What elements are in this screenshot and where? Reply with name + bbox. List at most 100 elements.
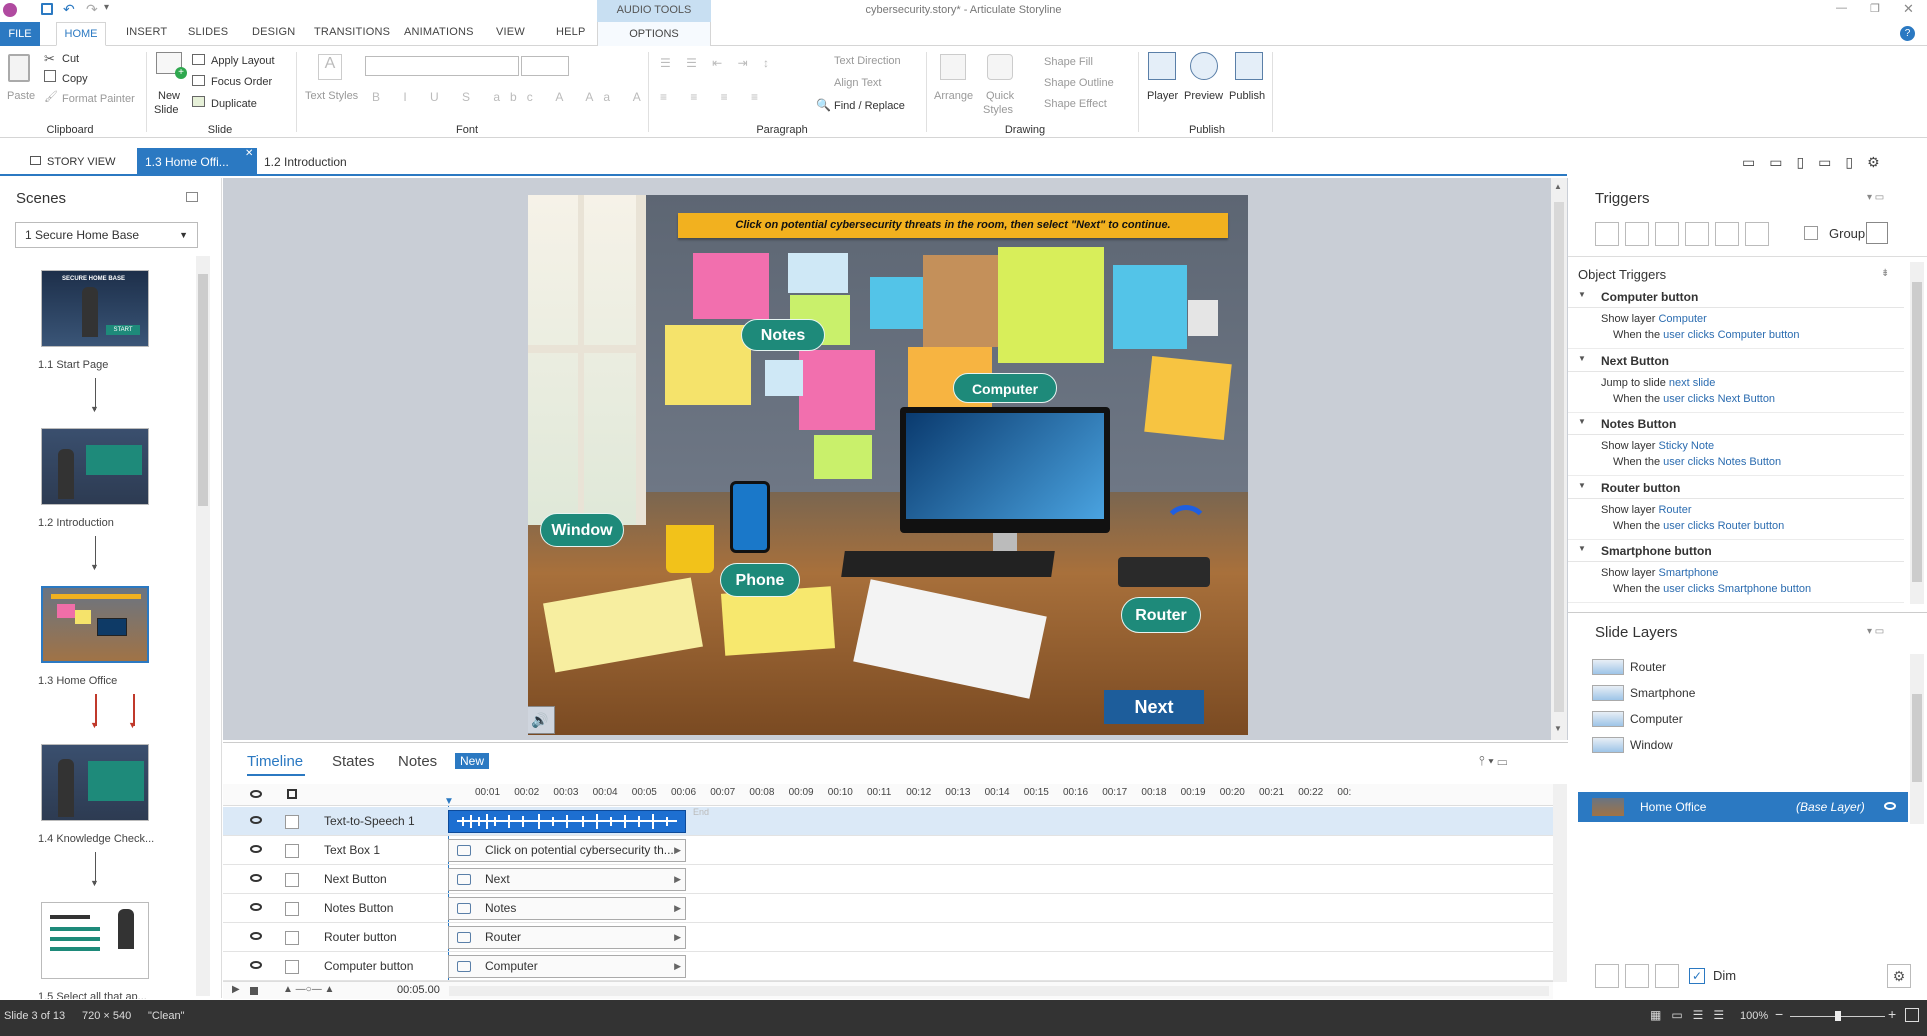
trigger-item[interactable]: Show layer Smartphone When the user click… xyxy=(1568,562,1904,603)
paste-trigger-icon[interactable] xyxy=(1685,222,1709,246)
trigger-event-link[interactable]: clicks xyxy=(1688,520,1715,532)
copy-trigger-icon[interactable] xyxy=(1655,222,1679,246)
slide-thumb-1-2[interactable] xyxy=(41,428,149,505)
eye-icon[interactable] xyxy=(250,845,262,853)
layer-row[interactable]: Computer xyxy=(1578,706,1908,732)
slide-thumb-1-5[interactable] xyxy=(41,902,149,979)
tab-insert[interactable]: INSERT xyxy=(126,26,167,38)
arrange-icon[interactable] xyxy=(940,54,966,80)
trigger-group-header[interactable]: ▼ Smartphone button xyxy=(1568,540,1904,562)
lock-checkbox[interactable] xyxy=(285,960,299,974)
tab-home[interactable]: HOME xyxy=(56,22,106,46)
align-icons[interactable]: ≡ ≡ ≡ ≡ xyxy=(660,90,768,104)
close-tab-icon[interactable]: ✕ xyxy=(245,148,253,159)
trigger-group-header[interactable]: ▼ Window button xyxy=(1568,604,1904,609)
tab-view[interactable]: VIEW xyxy=(496,26,525,38)
play-icon[interactable]: ▶ xyxy=(232,984,240,995)
eye-icon[interactable] xyxy=(250,932,262,940)
eye-icon[interactable] xyxy=(250,816,262,824)
trigger-group-header[interactable]: ▼ Next Button xyxy=(1568,350,1904,372)
shape-outline-button[interactable]: Shape Outline xyxy=(1044,77,1114,89)
eye-icon[interactable] xyxy=(1884,802,1896,810)
expand-arrow-icon[interactable]: ▶ xyxy=(674,869,681,890)
variables-icon[interactable] xyxy=(1866,222,1888,244)
fit-icon[interactable] xyxy=(1905,1008,1919,1022)
expand-arrow-icon[interactable]: ▶ xyxy=(674,898,681,919)
tab-file[interactable]: FILE xyxy=(0,22,40,46)
trigger-item[interactable]: Show layer Router When the user clicks Ro… xyxy=(1568,499,1904,540)
trigger-user-link[interactable]: user xyxy=(1663,393,1684,405)
lock-checkbox[interactable] xyxy=(285,931,299,945)
timeline-row[interactable]: Computer button Computer ▶ xyxy=(223,952,1553,981)
timeline-object-bar[interactable]: Next ▶ xyxy=(448,868,686,891)
tab-notes[interactable]: Notes xyxy=(398,753,437,770)
focus-order-button[interactable]: Focus Order xyxy=(211,76,272,88)
new-slide-button[interactable]: New xyxy=(158,90,180,102)
duplicate-button[interactable]: Duplicate xyxy=(211,98,257,110)
lock-header-icon[interactable] xyxy=(287,789,297,799)
duplicate-icon[interactable] xyxy=(192,96,205,107)
collapse-icon[interactable]: ▼ xyxy=(1578,290,1586,299)
lock-checkbox[interactable] xyxy=(285,844,299,858)
trigger-item[interactable]: Jump to slide next slide When the user cl… xyxy=(1568,372,1904,413)
close-icon[interactable]: ✕ xyxy=(1903,1,1914,17)
trigger-group-header[interactable]: ▼ Computer button xyxy=(1568,286,1904,308)
trigger-user-link[interactable]: user xyxy=(1663,456,1684,468)
new-slide-button-line2[interactable]: Slide xyxy=(154,104,178,116)
tab-slides[interactable]: SLIDES xyxy=(188,26,228,38)
timeline-object-bar[interactable]: Click on potential cybersecurity th... ▶ xyxy=(448,839,686,862)
tab-story-view[interactable]: STORY VIEW xyxy=(22,148,123,176)
cut-icon[interactable]: ✂ xyxy=(44,51,55,67)
apply-layout-icon[interactable] xyxy=(192,54,205,65)
bullets-icons[interactable]: ☰ ☰ ⇤ ⇥ ↕ xyxy=(660,56,775,70)
move-trigger-icon[interactable] xyxy=(1745,222,1769,246)
timeline-object-bar[interactable]: Router ▶ xyxy=(448,926,686,949)
help-icon[interactable]: ? xyxy=(1900,26,1915,41)
paste-button[interactable]: Paste xyxy=(7,90,35,102)
eye-icon[interactable] xyxy=(250,903,262,911)
lock-checkbox[interactable] xyxy=(285,902,299,916)
stop-icon[interactable] xyxy=(250,987,258,995)
layer-row[interactable]: Router xyxy=(1578,654,1908,680)
publish-icon[interactable] xyxy=(1235,52,1263,80)
timeline-row[interactable]: Notes Button Notes ▶ xyxy=(223,894,1553,923)
delete-layer-icon[interactable] xyxy=(1655,964,1679,988)
timeline-row[interactable]: Next Button Next ▶ xyxy=(223,865,1553,894)
format-painter-button[interactable]: Format Painter xyxy=(62,93,135,105)
trigger-target-link[interactable]: Router xyxy=(1658,504,1691,516)
collapse-icon[interactable]: ▼ xyxy=(1578,354,1586,363)
phone-hotspot-button[interactable]: Phone xyxy=(720,563,800,597)
duplicate-layer-icon[interactable] xyxy=(1625,964,1649,988)
view-mode-icons[interactable]: ▭▭▯▭▯⚙ xyxy=(1742,154,1894,171)
preview-button[interactable]: Preview xyxy=(1184,90,1223,102)
timeline-options-icon[interactable]: ⫯ ▾ ▭ xyxy=(1479,753,1507,769)
trigger-item[interactable]: Show layer Sticky Note When the user clic… xyxy=(1568,435,1904,476)
router-hotspot-button[interactable]: Router xyxy=(1121,597,1201,633)
trigger-object-link[interactable]: Router button xyxy=(1718,520,1785,532)
speaker-icon[interactable]: 🔊 xyxy=(528,706,555,734)
scenes-panel-float-icon[interactable] xyxy=(186,192,198,202)
slide-thumb-1-3[interactable] xyxy=(41,586,149,663)
quick-styles-button[interactable]: Quick xyxy=(986,90,1014,102)
font-family-select[interactable] xyxy=(365,56,519,76)
delete-trigger-icon[interactable] xyxy=(1715,222,1739,246)
eye-icon[interactable] xyxy=(250,874,262,882)
notes-hotspot-button[interactable]: Notes xyxy=(741,319,825,351)
next-button[interactable]: Next xyxy=(1104,690,1204,724)
preview-icon[interactable] xyxy=(1190,52,1218,80)
tab-timeline[interactable]: Timeline xyxy=(247,753,303,770)
publish-button[interactable]: Publish xyxy=(1229,90,1265,102)
timeline-object-bar[interactable]: Notes ▶ xyxy=(448,897,686,920)
zoom-slider[interactable]: ▲ —○— ▲ xyxy=(283,984,334,995)
triggers-scrollbar[interactable] xyxy=(1910,262,1924,604)
timeline-object-bar[interactable]: Computer ▶ xyxy=(448,955,686,978)
minimize-icon[interactable]: — xyxy=(1836,2,1847,14)
find-icon[interactable]: 🔍 xyxy=(816,98,831,112)
player-button[interactable]: Player xyxy=(1147,90,1178,102)
collapse-all-icon[interactable]: ⇟ xyxy=(1881,268,1889,279)
tab-states[interactable]: States xyxy=(332,753,375,770)
triggers-panel-menu-icon[interactable]: ▾ ▭ xyxy=(1867,192,1884,203)
cut-button[interactable]: Cut xyxy=(62,53,79,65)
text-styles-icon[interactable]: A xyxy=(318,54,342,80)
trigger-object-link[interactable]: Notes Button xyxy=(1718,456,1782,468)
